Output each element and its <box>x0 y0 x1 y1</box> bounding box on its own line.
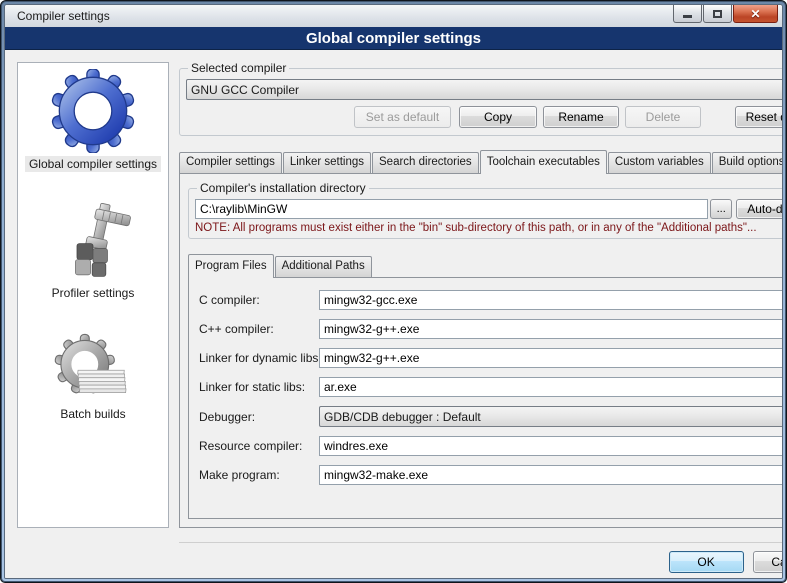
sidebar-item-batch-builds[interactable]: Batch builds <box>52 333 134 422</box>
delete-button[interactable]: Delete <box>625 106 701 128</box>
tab-toolchain-executables[interactable]: Toolchain executables <box>480 150 607 174</box>
title-bar[interactable]: Compiler settings ✕ <box>5 5 782 27</box>
tab-search-directories[interactable]: Search directories <box>372 152 479 173</box>
program-tabs: Program Files Additional Paths <box>188 253 783 277</box>
sidebar-item-profiler-settings[interactable]: Profiler settings <box>48 202 139 301</box>
make-program-input[interactable] <box>319 465 783 485</box>
field-label: Make program: <box>199 468 319 482</box>
toolchain-executables-page: Compiler's installation directory ... Au… <box>179 173 783 528</box>
ok-button[interactable]: OK <box>669 551 744 573</box>
close-icon: ✕ <box>750 7 760 21</box>
copy-button[interactable]: Copy <box>459 106 537 128</box>
minimize-icon <box>683 15 692 18</box>
compiler-settings-dialog: Compiler settings ✕ Global compiler sett… <box>4 4 783 579</box>
compiler-actions: Set as default Copy Rename Delete Reset … <box>186 106 783 128</box>
sidebar-item-global-compiler-settings[interactable]: Global compiler settings <box>25 69 161 172</box>
tab-compiler-settings[interactable]: Compiler settings <box>179 152 282 173</box>
field-row: C++ compiler: ... <box>199 319 783 339</box>
field-row: Linker for static libs: ... <box>199 377 783 397</box>
tab-linker-settings[interactable]: Linker settings <box>283 152 371 173</box>
c-compiler-input[interactable] <box>319 290 783 310</box>
main-panel: Selected compiler GNU GCC Compiler Set a… <box>179 62 783 578</box>
close-button[interactable]: ✕ <box>733 5 778 23</box>
gray-gear-icon <box>52 333 134 403</box>
caliper-icon <box>53 202 133 282</box>
tab-additional-paths[interactable]: Additional Paths <box>275 256 372 277</box>
blue-gear-icon <box>49 69 137 153</box>
tab-custom-variables[interactable]: Custom variables <box>608 152 711 173</box>
field-row: C compiler: ... <box>199 290 783 310</box>
auto-detect-button[interactable]: Auto-detect <box>736 199 783 219</box>
linker-static-input[interactable] <box>319 377 783 397</box>
field-row: Make program: ... <box>199 465 783 485</box>
browse-directory-button[interactable]: ... <box>710 199 732 219</box>
sidebar-item-label: Profiler settings <box>48 285 139 301</box>
debugger-select[interactable]: GDB/CDB debugger : Default <box>319 406 783 427</box>
installation-directory-group: Compiler's installation directory ... Au… <box>188 188 783 239</box>
field-label: Resource compiler: <box>199 439 319 453</box>
sidebar-item-label: Global compiler settings <box>25 156 161 172</box>
maximize-icon <box>713 10 722 18</box>
field-row: Linker for dynamic libs: ... <box>199 348 783 368</box>
dialog-footer: OK Cancel <box>179 543 783 573</box>
field-row: Resource compiler: ... <box>199 436 783 456</box>
maximize-button[interactable] <box>703 5 732 23</box>
installation-directory-input[interactable] <box>195 199 708 219</box>
page-title: Global compiler settings <box>306 30 481 47</box>
field-label: C++ compiler: <box>199 322 319 336</box>
compiler-select-value: GNU GCC Compiler <box>191 83 783 97</box>
debugger-select-value: GDB/CDB debugger : Default <box>324 410 783 424</box>
note-text: NOTE: All programs must exist either in … <box>195 222 783 234</box>
dialog-body: Global compiler settings <box>5 50 782 578</box>
group-label: Compiler's installation directory <box>197 181 369 195</box>
tab-program-files[interactable]: Program Files <box>188 254 274 278</box>
rename-button[interactable]: Rename <box>543 106 619 128</box>
sidebar-item-label: Batch builds <box>56 406 129 422</box>
compiler-select[interactable]: GNU GCC Compiler <box>186 79 783 100</box>
field-label: Debugger: <box>199 410 319 424</box>
tab-build-options[interactable]: Build options <box>712 152 783 173</box>
settings-tabs: Compiler settings Linker settings Search… <box>179 149 783 173</box>
linker-dynamic-input[interactable] <box>319 348 783 368</box>
group-label: Selected compiler <box>188 61 289 75</box>
resource-compiler-input[interactable] <box>319 436 783 456</box>
program-files-page: C compiler: ... C++ compiler: ... Linker… <box>188 277 783 519</box>
cancel-button[interactable]: Cancel <box>753 551 783 573</box>
field-label: Linker for static libs: <box>199 380 319 394</box>
window-title: Compiler settings <box>17 9 673 23</box>
reset-defaults-button[interactable]: Reset defaults <box>735 106 783 128</box>
field-label: C compiler: <box>199 293 319 307</box>
selected-compiler-group: Selected compiler GNU GCC Compiler Set a… <box>179 68 783 136</box>
dialog-header: Global compiler settings <box>5 27 782 50</box>
set-as-default-button[interactable]: Set as default <box>354 106 451 128</box>
minimize-button[interactable] <box>673 5 702 23</box>
field-row: Debugger: GDB/CDB debugger : Default <box>199 406 783 427</box>
cpp-compiler-input[interactable] <box>319 319 783 339</box>
settings-category-list: Global compiler settings <box>17 62 169 528</box>
field-label: Linker for dynamic libs: <box>199 351 319 365</box>
window-frame: Compiler settings ✕ Global compiler sett… <box>0 0 787 583</box>
